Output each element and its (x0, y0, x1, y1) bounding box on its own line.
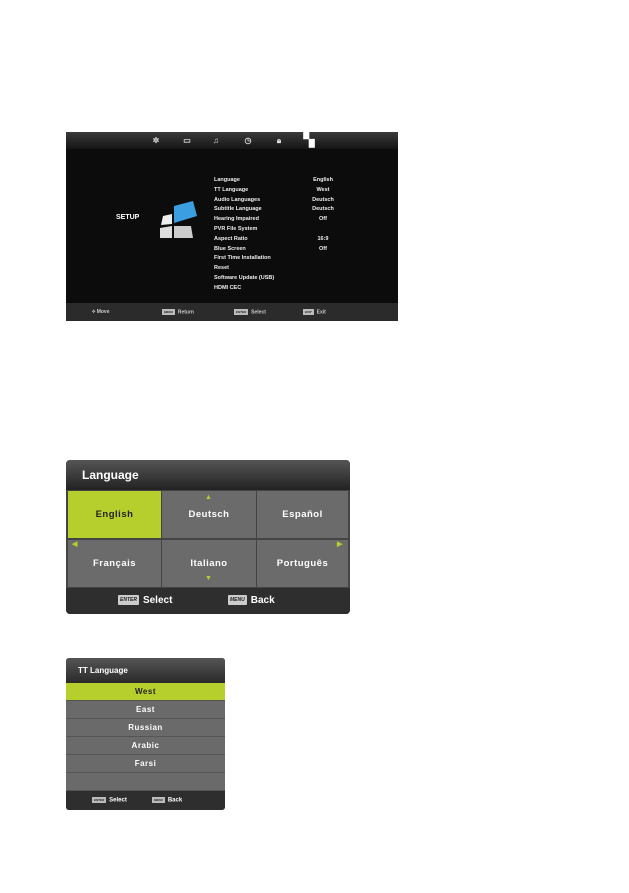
menu-title: TT Language (66, 658, 225, 683)
menu-item[interactable]: Language English (214, 177, 364, 187)
menu-item-value: English (313, 177, 333, 183)
footer-back[interactable]: MENU Back (152, 797, 182, 804)
footer-exit[interactable]: EXIT Exit (303, 309, 326, 315)
menu-item-label: Reset (214, 265, 229, 272)
tt-language-option[interactable]: Farsi (66, 755, 225, 773)
tab-bar: ✲ ▭ ♫ ◷ 🔒︎ ▚ (66, 132, 398, 149)
tt-language-option[interactable]: West (66, 683, 225, 701)
menu-item-label: First Time Installation (214, 255, 271, 262)
footer-bar: ENTER Select MENU Back (66, 588, 350, 614)
footer-move: ⟡ Move (92, 309, 110, 315)
menu-item[interactable]: HDMI CEC (214, 285, 364, 295)
footer-bar: ⟡ Move MENU Return ENTER Select EXIT Exit (66, 303, 398, 321)
sound-icon[interactable]: ♫ (210, 135, 222, 147)
menu-item[interactable]: Aspect Ratio 16:9 (214, 236, 364, 246)
menu-item[interactable]: Software Update (USB) (214, 275, 364, 285)
menu-item[interactable]: Blue Screen Off (214, 246, 364, 256)
menu-item-label: PVR File System (214, 226, 258, 232)
menu-item-label: Language (214, 177, 240, 183)
footer-select[interactable]: ENTER Select (92, 797, 127, 804)
menu-item[interactable]: PVR File System (214, 226, 364, 236)
tt-language-option[interactable]: Russian (66, 719, 225, 737)
menu-title: Language (66, 460, 350, 490)
menu-title: SETUP (116, 214, 140, 221)
tt-language-menu-panel: TT Language West East Russian Arabic Farsi E… (66, 658, 225, 810)
menu-item-value: West (316, 186, 330, 193)
time-icon[interactable]: ◷ (242, 135, 254, 147)
footer-bar: ENTER Select MENU Back (66, 791, 225, 810)
setup-icon[interactable]: ▚ (303, 132, 315, 146)
footer-select[interactable]: ENTER Select (118, 595, 172, 606)
footer-return[interactable]: MENU Return (162, 309, 194, 315)
menu-item[interactable]: Subtitle Language Deutsch (214, 206, 364, 216)
menu-item[interactable]: Reset (214, 265, 364, 275)
menu-item-label: TT Language (214, 186, 249, 193)
setup-menu-panel: ✲ ▭ ♫ ◷ 🔒︎ ▚ SETUP Language English TT Lan… (66, 132, 398, 321)
tt-language-option[interactable]: Arabic (66, 737, 225, 755)
menu-item-value: Deutsch (312, 196, 334, 203)
language-option[interactable]: Português (257, 540, 348, 587)
menu-item-value: Off (319, 216, 327, 223)
menu-item-value: Off (319, 245, 327, 252)
tt-language-option[interactable]: East (66, 701, 225, 719)
menu-item-label: Subtitle Language (214, 206, 262, 213)
footer-back[interactable]: MENU Back (228, 595, 275, 606)
menu-item[interactable]: First Time Installation (214, 255, 364, 265)
empty-row (66, 773, 225, 791)
menu-item[interactable]: Hearing Impaired Off (214, 216, 364, 226)
lock-icon[interactable]: 🔒︎ (273, 135, 285, 147)
menu-item-value: 16:9 (317, 235, 329, 242)
menu-item-label: Audio Languages (214, 196, 261, 203)
arrow-down-icon[interactable]: ▼ (205, 575, 212, 582)
menu-item-label: Hearing Impaired (214, 216, 259, 223)
arrow-left-icon[interactable]: ◀ (72, 540, 77, 548)
menu-item[interactable]: Audio Languages Deutsch (214, 197, 364, 207)
menu-item-value: Deutsch (312, 206, 334, 213)
picture-icon[interactable]: ✲ (150, 135, 162, 147)
arrow-right-icon[interactable]: ▶ (337, 540, 342, 548)
language-option[interactable]: Español (257, 491, 348, 538)
language-menu-panel: Language English Deutsch Español Français It… (66, 460, 350, 614)
menu-item-label: Aspect Ratio (214, 235, 248, 242)
screen-icon[interactable]: ▭ (181, 135, 193, 147)
arrow-up-icon[interactable]: ▲ (205, 494, 212, 501)
language-option[interactable]: Français (68, 540, 161, 587)
footer-select[interactable]: ENTER Select (234, 309, 266, 315)
language-option[interactable]: English (68, 491, 161, 538)
menu-item-label: Software Update (USB) (214, 275, 275, 281)
menu-item-label: HDMI CEC (214, 284, 242, 291)
menu-item-label: Blue Screen (214, 245, 246, 252)
setup-graphic-icon (160, 201, 197, 238)
menu-item[interactable]: TT Language West (214, 187, 364, 197)
